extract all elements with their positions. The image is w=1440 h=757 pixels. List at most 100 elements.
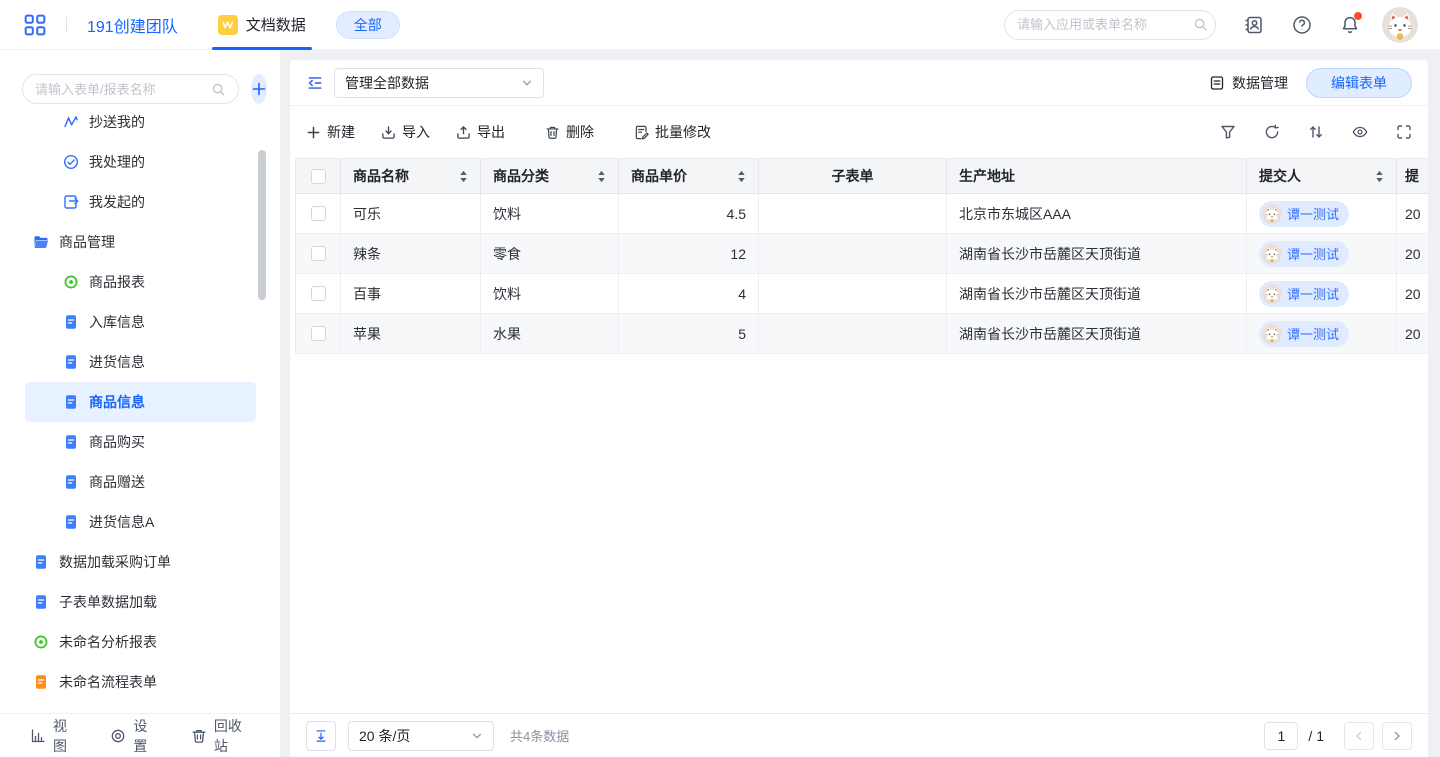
sidebar-item-unnamed-analysis-report[interactable]: 未命名分析报表 [25, 622, 256, 662]
settings-button[interactable]: 设置 [110, 716, 156, 756]
sidebar-item-initiated-by-me[interactable]: 我发起的 [25, 182, 256, 222]
sidebar-search-input[interactable] [35, 82, 211, 97]
column-header-product-price[interactable]: 商品单价 [619, 158, 759, 194]
sort-arrows-icon[interactable] [459, 170, 468, 183]
sidebar-item-product-buy[interactable]: 商品购买 [25, 422, 256, 462]
sort-arrows-icon[interactable] [597, 170, 606, 183]
cell-product-name: 辣条 [341, 234, 481, 274]
data-manage-button[interactable]: 数据管理 [1209, 73, 1288, 93]
contacts-book-icon[interactable] [1244, 15, 1264, 35]
refresh-icon[interactable] [1264, 124, 1280, 140]
sidebar-search[interactable] [22, 74, 239, 104]
global-search[interactable] [1004, 10, 1216, 40]
row-checkbox[interactable] [311, 286, 326, 301]
cell-product-name: 苹果 [341, 314, 481, 354]
table-row[interactable]: 可乐 饮料 4.5 北京市东城区AAA 谭一测试 20 [295, 194, 1428, 234]
sidebar-item-subform-data-load[interactable]: 子表单数据加载 [25, 582, 256, 622]
cell-clipped: 20 [1397, 194, 1428, 234]
jump-to-bottom-button[interactable] [306, 721, 336, 751]
tab-doc-data[interactable]: 文档数据 [218, 0, 306, 50]
scope-pill-all[interactable]: 全部 [336, 11, 400, 39]
plus-icon [306, 125, 321, 140]
export-button[interactable]: 导出 [456, 122, 505, 142]
submitter-chip[interactable]: 谭一测试 [1259, 241, 1349, 267]
table-row[interactable]: 辣条 零食 12 湖南省长沙市岳麓区天顶街道 谭一测试 20 [295, 234, 1428, 274]
table-header-row: 商品名称 商品分类 商品单价 子表单 生产地址 提交人 提 [295, 158, 1428, 194]
table-toolbar: 新建 导入 导出 删除 批量修改 [290, 106, 1428, 158]
data-table: 商品名称 商品分类 商品单价 子表单 生产地址 提交人 提 可乐 饮料 4.5 … [295, 158, 1428, 354]
sidebar-folder-product-management[interactable]: 商品管理 [25, 222, 256, 262]
submitter-chip[interactable]: 谭一测试 [1259, 321, 1349, 347]
delete-button[interactable]: 删除 [545, 122, 594, 142]
avatar[interactable] [1382, 7, 1418, 43]
export-icon [456, 125, 471, 140]
sidebar-item-handled-by-me[interactable]: 我处理的 [25, 142, 256, 182]
column-visibility-icon[interactable] [1352, 124, 1368, 140]
table-row[interactable]: 百事 饮料 4 湖南省长沙市岳麓区天顶街道 谭一测试 20 [295, 274, 1428, 314]
search-icon [211, 82, 226, 97]
filter-icon[interactable] [1220, 124, 1236, 140]
row-checkbox[interactable] [311, 206, 326, 221]
sidebar-item-product-report[interactable]: 商品报表 [25, 262, 256, 302]
batch-edit-button[interactable]: 批量修改 [634, 122, 711, 142]
panel-header: 管理全部数据 数据管理 编辑表单 [290, 60, 1428, 106]
collapse-sidebar-icon[interactable] [306, 74, 324, 92]
add-form-button[interactable] [251, 74, 267, 104]
report-icon [63, 274, 79, 290]
cell-submitter: 谭一测试 [1247, 274, 1397, 314]
column-header-clipped[interactable]: 提 [1397, 158, 1428, 194]
cell-subform [759, 194, 947, 234]
cell-product-category: 水果 [481, 314, 619, 354]
cell-product-category: 饮料 [481, 274, 619, 314]
sidebar-item-data-load-purchase-order[interactable]: 数据加载采购订单 [25, 542, 256, 582]
sidebar-item-purchase-info[interactable]: 进货信息 [25, 342, 256, 382]
table-row[interactable]: 苹果 水果 5 湖南省长沙市岳麓区天顶街道 谭一测试 20 [295, 314, 1428, 354]
form-icon [63, 394, 79, 410]
apps-grid-icon[interactable] [24, 14, 46, 36]
column-header-subform[interactable]: 子表单 [759, 158, 947, 194]
fullscreen-icon[interactable] [1396, 124, 1412, 140]
form-icon [63, 474, 79, 490]
sidebar-item-inbound-info[interactable]: 入库信息 [25, 302, 256, 342]
column-header-submitter[interactable]: 提交人 [1247, 158, 1397, 194]
global-search-input[interactable] [1017, 17, 1193, 32]
recycle-bin-button[interactable]: 回收站 [191, 716, 250, 756]
views-button[interactable]: 视图 [30, 716, 76, 756]
team-name[interactable]: 191创建团队 [87, 13, 178, 37]
select-all-checkbox[interactable] [311, 169, 326, 184]
sidebar-item-cc-to-me[interactable]: 抄送我的 [25, 112, 256, 142]
import-button[interactable]: 导入 [381, 122, 430, 142]
submitter-chip[interactable]: 谭一测试 [1259, 281, 1349, 307]
sidebar-item-product-info-selected[interactable]: 商品信息 [25, 382, 256, 422]
sort-icon[interactable] [1308, 124, 1324, 140]
row-checkbox[interactable] [311, 246, 326, 261]
column-header-product-name[interactable]: 商品名称 [341, 158, 481, 194]
sort-arrows-icon[interactable] [1375, 170, 1384, 183]
page-number-input[interactable] [1264, 722, 1298, 750]
page-size-select[interactable]: 20 条/页 [348, 721, 494, 751]
sidebar-item-product-gift[interactable]: 商品赠送 [25, 462, 256, 502]
column-header-production-address[interactable]: 生产地址 [947, 158, 1247, 194]
prev-page-button[interactable] [1344, 722, 1374, 750]
column-header-product-category[interactable]: 商品分类 [481, 158, 619, 194]
sort-arrows-icon[interactable] [737, 170, 746, 183]
new-button[interactable]: 新建 [306, 122, 355, 142]
data-view-select[interactable]: 管理全部数据 [334, 68, 544, 98]
trash-icon [545, 125, 560, 140]
sidebar-scrollbar[interactable] [258, 150, 266, 300]
cell-submitter: 谭一测试 [1247, 194, 1397, 234]
bell-icon[interactable] [1340, 15, 1360, 35]
sidebar-item-clipped[interactable] [25, 702, 256, 713]
row-checkbox[interactable] [311, 326, 326, 341]
sidebar-item-purchase-info-a[interactable]: 进货信息A [25, 502, 256, 542]
submitter-chip[interactable]: 谭一测试 [1259, 201, 1349, 227]
sidebar-item-unnamed-flow-form[interactable]: 未命名流程表单 [25, 662, 256, 702]
tab-label: 文档数据 [246, 14, 306, 35]
cell-subform [759, 234, 947, 274]
flow-form-icon [33, 674, 49, 690]
submitter-avatar [1262, 204, 1282, 224]
next-page-button[interactable] [1382, 722, 1412, 750]
help-icon[interactable] [1292, 15, 1312, 35]
submitter-avatar [1262, 244, 1282, 264]
edit-form-button[interactable]: 编辑表单 [1306, 68, 1412, 98]
